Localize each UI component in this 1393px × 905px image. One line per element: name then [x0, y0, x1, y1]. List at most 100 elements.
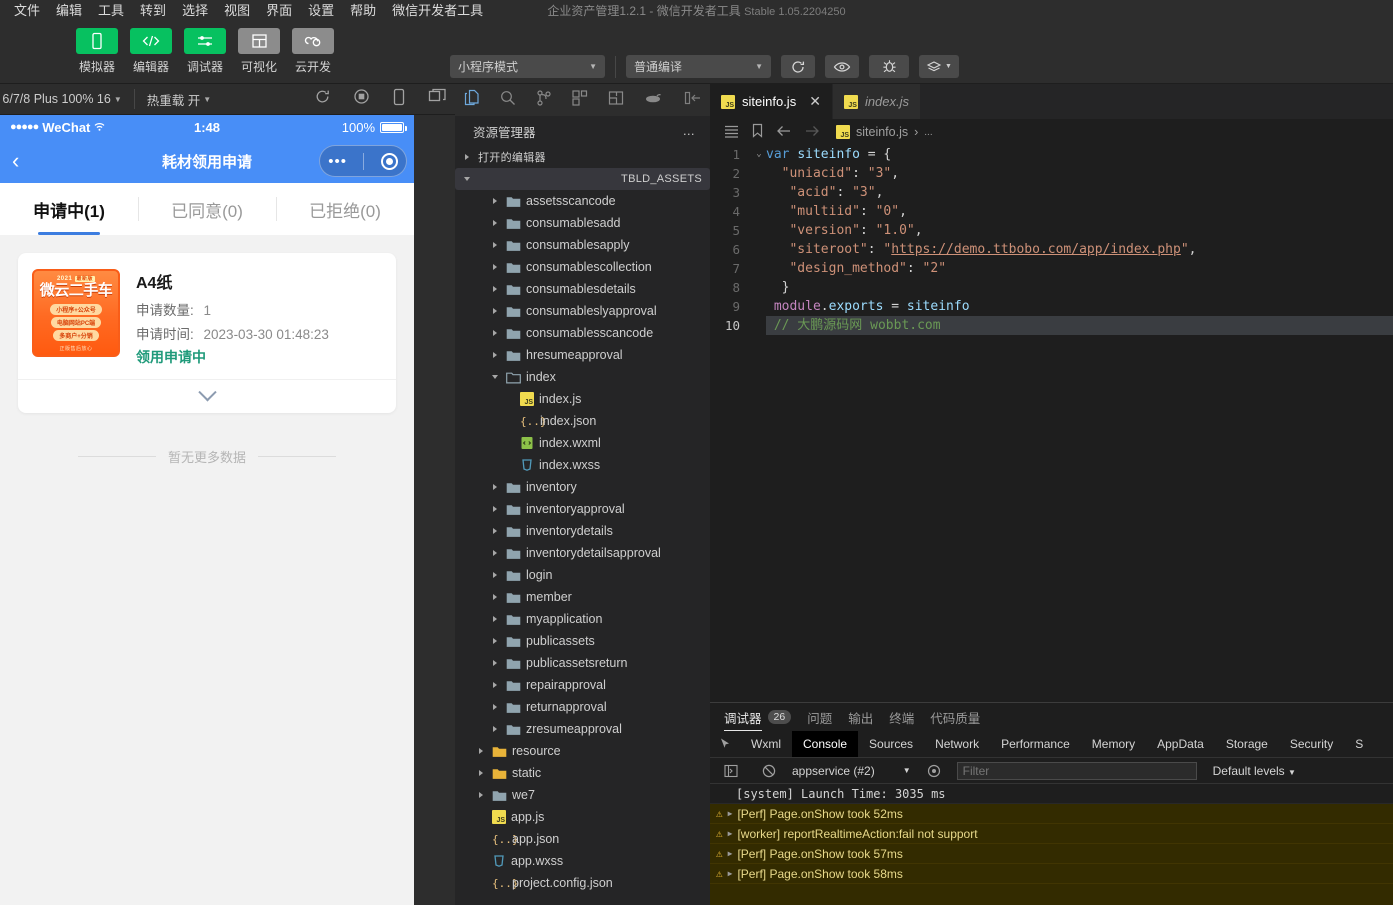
- expand-triangle-icon[interactable]: ▶: [728, 869, 733, 878]
- forward-arrow-icon[interactable]: [804, 124, 820, 141]
- menu-item-0[interactable]: 文件: [6, 0, 48, 22]
- code-line-4[interactable]: 4 "multiid": "0",: [710, 202, 1393, 221]
- explorer-more-icon[interactable]: …: [683, 124, 697, 138]
- tree-item-29[interactable]: {..}app.json: [455, 828, 710, 850]
- expand-card-button[interactable]: [18, 379, 396, 413]
- preview-button[interactable]: [825, 55, 859, 78]
- tree-item-31[interactable]: {..}project.config.json: [455, 872, 710, 894]
- tree-item-10[interactable]: {..}index.json: [455, 410, 710, 432]
- tree-item-17[interactable]: login: [455, 564, 710, 586]
- tree-item-0[interactable]: assetsscancode: [455, 190, 710, 212]
- mode-button-3[interactable]: 可视化: [238, 28, 280, 75]
- clear-cache-button[interactable]: ▼: [919, 55, 959, 78]
- tree-item-11[interactable]: index.wxml: [455, 432, 710, 454]
- collapse-sidebar-icon[interactable]: [684, 91, 702, 110]
- mode-button-2[interactable]: 调试器: [184, 28, 226, 75]
- console-sidebar-icon[interactable]: [716, 764, 746, 778]
- code-line-6[interactable]: 6 "siteroot": "https://demo.ttbobo.com/a…: [710, 240, 1393, 259]
- breadcrumb-file[interactable]: JS siteinfo.js › ...: [836, 125, 933, 139]
- device-select[interactable]: e 6/7/8 Plus 100% 16: [0, 92, 111, 106]
- tree-item-14[interactable]: inventoryapproval: [455, 498, 710, 520]
- tree-item-30[interactable]: app.wxss: [455, 850, 710, 872]
- files-icon[interactable]: [463, 89, 481, 112]
- code-line-5[interactable]: 5 "version": "1.0",: [710, 221, 1393, 240]
- code-line-7[interactable]: 7 "design_method": "2": [710, 259, 1393, 278]
- editor-tab-1[interactable]: JSindex.js: [833, 84, 921, 119]
- tree-item-2[interactable]: consumablesapply: [455, 234, 710, 256]
- expand-triangle-icon[interactable]: ▶: [728, 829, 733, 838]
- devtools-tab-1[interactable]: Console: [792, 731, 858, 757]
- tree-item-9[interactable]: JSindex.js: [455, 388, 710, 410]
- layout-panel-icon[interactable]: [607, 89, 625, 112]
- tree-item-1[interactable]: consumablesadd: [455, 212, 710, 234]
- console-levels-select[interactable]: Default levels ▼: [1213, 764, 1296, 778]
- menu-item-9[interactable]: 微信开发者工具: [384, 0, 491, 22]
- remote-debug-button[interactable]: [869, 55, 909, 78]
- rotate-device-icon[interactable]: [392, 88, 406, 111]
- panel-tab-1[interactable]: 问题: [807, 703, 832, 731]
- mini-mode-select[interactable]: 小程序模式 ▼: [450, 55, 605, 78]
- fold-toggle[interactable]: ⌄: [752, 145, 766, 164]
- tree-item-19[interactable]: myapplication: [455, 608, 710, 630]
- menu-item-1[interactable]: 编辑: [48, 0, 90, 22]
- menu-item-8[interactable]: 帮助: [342, 0, 384, 22]
- menu-item-4[interactable]: 选择: [174, 0, 216, 22]
- tree-item-22[interactable]: repairapproval: [455, 674, 710, 696]
- console-log-0[interactable]: [system] Launch Time: 3035 ms: [710, 784, 1393, 804]
- tree-item-6[interactable]: consumablesscancode: [455, 322, 710, 344]
- wechat-capsule[interactable]: •••: [319, 145, 407, 177]
- search-icon[interactable]: [499, 89, 517, 112]
- more-dots-icon[interactable]: •••: [328, 154, 347, 169]
- multi-window-icon[interactable]: [428, 88, 447, 110]
- panel-tab-4[interactable]: 代码质量: [930, 703, 980, 731]
- compile-button[interactable]: [781, 55, 815, 78]
- close-icon[interactable]: ✕: [809, 93, 821, 110]
- menu-item-2[interactable]: 工具: [90, 0, 132, 22]
- clear-console-icon[interactable]: [754, 764, 784, 778]
- source-control-icon[interactable]: [535, 89, 553, 112]
- compile-mode-select[interactable]: 普通编译 ▼: [626, 55, 771, 78]
- code-line-8[interactable]: 8 }: [710, 278, 1393, 297]
- devtools-tab-9[interactable]: S: [1344, 731, 1374, 757]
- tree-item-23[interactable]: returnapproval: [455, 696, 710, 718]
- tree-item-3[interactable]: consumablescollection: [455, 256, 710, 278]
- explorer-section-0[interactable]: 打开的编辑器: [455, 146, 710, 168]
- expand-triangle-icon[interactable]: ▶: [728, 809, 733, 818]
- menu-item-7[interactable]: 设置: [300, 0, 342, 22]
- console-log-5[interactable]: ⚠[tbld_assets/pages/assets/assets] [Comp…: [710, 884, 1393, 905]
- extensions-icon[interactable]: [571, 89, 589, 112]
- devtools-tab-4[interactable]: Performance: [990, 731, 1081, 757]
- tree-item-21[interactable]: publicassetsreturn: [455, 652, 710, 674]
- console-log-4[interactable]: ⚠▶[Perf] Page.onShow took 58ms: [710, 864, 1393, 884]
- devtools-tab-7[interactable]: Storage: [1215, 731, 1279, 757]
- panel-tab-0[interactable]: 调试器: [724, 703, 762, 731]
- mode-button-1[interactable]: 编辑器: [130, 28, 172, 75]
- docker-icon[interactable]: [643, 90, 663, 111]
- tree-item-18[interactable]: member: [455, 586, 710, 608]
- code-line-2[interactable]: 2 "uniacid": "3",: [710, 164, 1393, 183]
- back-arrow-icon[interactable]: [776, 124, 792, 141]
- devtools-tab-5[interactable]: Memory: [1081, 731, 1146, 757]
- code-line-9[interactable]: 9 module.exports = siteinfo: [710, 297, 1393, 316]
- tree-item-26[interactable]: static: [455, 762, 710, 784]
- tree-item-8[interactable]: index: [455, 366, 710, 388]
- menu-item-6[interactable]: 界面: [258, 0, 300, 22]
- refresh-icon[interactable]: [314, 88, 331, 110]
- code-content[interactable]: 1⌄var siteinfo = {2 "uniacid": "3",3 "ac…: [710, 145, 1393, 335]
- devtools-tab-6[interactable]: AppData: [1146, 731, 1215, 757]
- tree-item-5[interactable]: consumableslyapproval: [455, 300, 710, 322]
- console-log-3[interactable]: ⚠▶[Perf] Page.onShow took 57ms: [710, 844, 1393, 864]
- tree-item-28[interactable]: JSapp.js: [455, 806, 710, 828]
- devtools-tab-8[interactable]: Security: [1279, 731, 1344, 757]
- mode-button-0[interactable]: 模拟器: [76, 28, 118, 75]
- phone-tab-2[interactable]: 已拒绝(0): [276, 183, 414, 235]
- application-card[interactable]: 2021 最新版 微云二手车 小程序+公众号 电脑网站PC端 多商户+分销 正版…: [18, 253, 396, 413]
- console-log-1[interactable]: ⚠▶[Perf] Page.onShow took 52ms: [710, 804, 1393, 824]
- panel-tab-2[interactable]: 输出: [848, 703, 873, 731]
- inspect-element-icon[interactable]: [710, 731, 740, 757]
- explorer-section-1[interactable]: TBLD_ASSETS: [455, 168, 710, 190]
- menu-item-3[interactable]: 转到: [132, 0, 174, 22]
- record-icon[interactable]: [353, 88, 370, 110]
- console-settings-icon[interactable]: [919, 764, 949, 778]
- console-filter-input[interactable]: [957, 762, 1197, 780]
